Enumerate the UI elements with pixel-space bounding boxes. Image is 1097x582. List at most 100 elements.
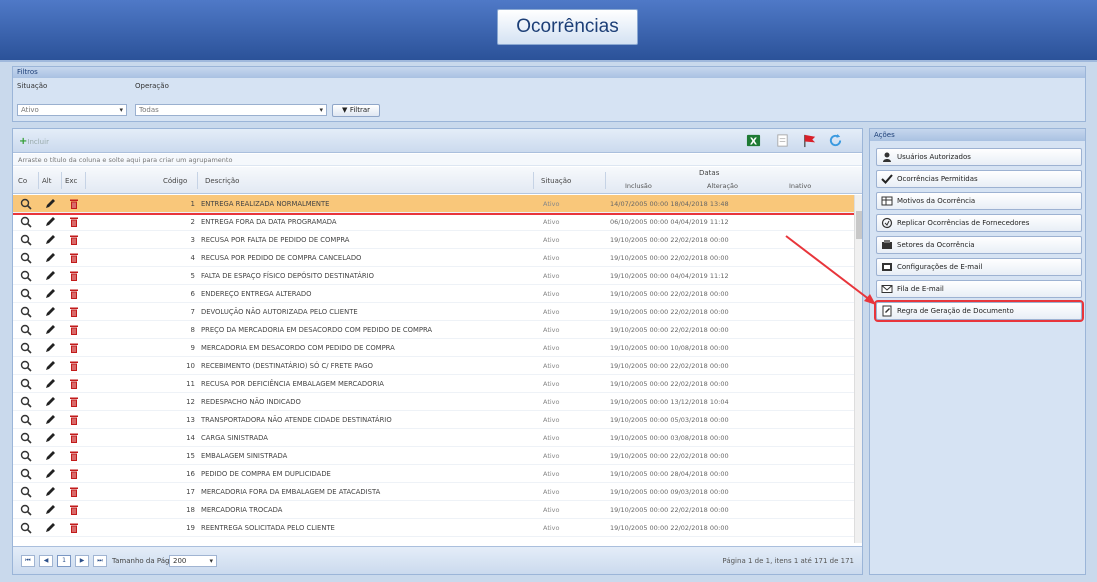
table-row[interactable]: 16 Pedido de compra em duplicidade Ativo 19… bbox=[13, 465, 854, 483]
search-icon[interactable] bbox=[20, 306, 32, 318]
table-row[interactable]: 18 Mercadoria trocada Ativo 19/10/2005 00:0… bbox=[13, 501, 854, 519]
trash-icon[interactable] bbox=[68, 306, 80, 318]
next-page-button[interactable]: ▶ bbox=[75, 555, 89, 567]
add-button[interactable]: +Incluir bbox=[19, 136, 49, 147]
action-button[interactable]: Fila de E-mail bbox=[876, 280, 1082, 298]
search-icon[interactable] bbox=[20, 504, 32, 516]
search-icon[interactable] bbox=[20, 522, 32, 534]
table-row[interactable]: 7 Devolução não autorizada pelo cliente At… bbox=[13, 303, 854, 321]
edit-icon[interactable] bbox=[44, 396, 56, 408]
col-codigo[interactable]: Código bbox=[163, 177, 187, 185]
table-row[interactable]: 13 Transportadora não atende cidade desti… bbox=[13, 411, 854, 429]
last-page-button[interactable]: ⏭ bbox=[93, 555, 107, 567]
action-button[interactable]: Configurações de E-mail bbox=[876, 258, 1082, 276]
edit-icon[interactable] bbox=[44, 522, 56, 534]
table-row[interactable]: 3 Recusa por falta de pedido de compra Ati… bbox=[13, 231, 854, 249]
trash-icon[interactable] bbox=[68, 396, 80, 408]
filter-button[interactable]: ▼ Filtrar bbox=[332, 104, 380, 117]
trash-icon[interactable] bbox=[68, 198, 80, 210]
table-row[interactable]: 5 Falta de espaço físico depósito destina… bbox=[13, 267, 854, 285]
flag-icon[interactable] bbox=[802, 133, 817, 148]
scrollbar-thumb[interactable] bbox=[856, 211, 862, 239]
action-button[interactable]: Motivos da Ocorrência bbox=[876, 192, 1082, 210]
action-button[interactable]: Replicar Ocorrências de Fornecedores bbox=[876, 214, 1082, 232]
col-alteracao[interactable]: Alteração bbox=[707, 182, 738, 190]
trash-icon[interactable] bbox=[68, 504, 80, 516]
edit-icon[interactable] bbox=[44, 378, 56, 390]
table-row[interactable]: 6 Endereço entrega alterado Ativo 19/10/200… bbox=[13, 285, 854, 303]
edit-icon[interactable] bbox=[44, 324, 56, 336]
edit-icon[interactable] bbox=[44, 486, 56, 498]
search-icon[interactable] bbox=[20, 468, 32, 480]
table-row[interactable]: 1 Entrega realizada normalmente Ativo 14/07… bbox=[13, 195, 854, 215]
edit-icon[interactable] bbox=[44, 234, 56, 246]
action-button[interactable]: Usuários Autorizados bbox=[876, 148, 1082, 166]
edit-icon[interactable] bbox=[44, 468, 56, 480]
search-icon[interactable] bbox=[20, 234, 32, 246]
current-page[interactable]: 1 bbox=[57, 555, 71, 567]
search-icon[interactable] bbox=[20, 378, 32, 390]
search-icon[interactable] bbox=[20, 270, 32, 282]
page-size-select[interactable]: 200 ▾ bbox=[169, 555, 217, 567]
search-icon[interactable] bbox=[20, 486, 32, 498]
col-excluir[interactable]: Exc bbox=[65, 177, 77, 185]
edit-icon[interactable] bbox=[44, 216, 56, 228]
col-inclusao[interactable]: Inclusão bbox=[625, 182, 652, 190]
edit-icon[interactable] bbox=[44, 432, 56, 444]
action-button[interactable]: Regra de Geração de Documento bbox=[874, 300, 1084, 322]
edit-icon[interactable] bbox=[44, 360, 56, 372]
trash-icon[interactable] bbox=[68, 216, 80, 228]
trash-icon[interactable] bbox=[68, 414, 80, 426]
trash-icon[interactable] bbox=[68, 234, 80, 246]
edit-icon[interactable] bbox=[44, 306, 56, 318]
group-by-hint[interactable]: Arraste o título da coluna e solte aqui … bbox=[13, 154, 862, 166]
edit-icon[interactable] bbox=[44, 252, 56, 264]
table-row[interactable]: 2 Entrega fora da data programada Ativo 06/… bbox=[13, 213, 854, 231]
operacao-select[interactable]: Todas ▾ bbox=[135, 104, 327, 116]
refresh-icon[interactable] bbox=[828, 133, 843, 148]
edit-icon[interactable] bbox=[44, 198, 56, 210]
search-icon[interactable] bbox=[20, 414, 32, 426]
trash-icon[interactable] bbox=[68, 252, 80, 264]
search-icon[interactable] bbox=[20, 342, 32, 354]
trash-icon[interactable] bbox=[68, 360, 80, 372]
search-icon[interactable] bbox=[20, 360, 32, 372]
situacao-select[interactable]: Ativo ▾ bbox=[17, 104, 127, 116]
table-row[interactable]: 19 Reentrega solicitada pelo cliente Ativo… bbox=[13, 519, 854, 537]
trash-icon[interactable] bbox=[68, 342, 80, 354]
edit-icon[interactable] bbox=[44, 450, 56, 462]
first-page-button[interactable]: ⏮ bbox=[21, 555, 35, 567]
search-icon[interactable] bbox=[20, 324, 32, 336]
edit-icon[interactable] bbox=[44, 342, 56, 354]
search-icon[interactable] bbox=[20, 216, 32, 228]
search-icon[interactable] bbox=[20, 252, 32, 264]
trash-icon[interactable] bbox=[68, 468, 80, 480]
search-icon[interactable] bbox=[20, 198, 32, 210]
search-icon[interactable] bbox=[20, 396, 32, 408]
trash-icon[interactable] bbox=[68, 378, 80, 390]
table-row[interactable]: 17 Mercadoria fora da embalagem de atacad… bbox=[13, 483, 854, 501]
edit-icon[interactable] bbox=[44, 414, 56, 426]
edit-icon[interactable] bbox=[44, 270, 56, 282]
print-icon[interactable] bbox=[775, 133, 790, 148]
vertical-scrollbar[interactable] bbox=[854, 195, 862, 543]
table-row[interactable]: 8 Preço da mercadoria em desacordo com pe… bbox=[13, 321, 854, 339]
action-button[interactable]: Ocorrências Permitidas bbox=[876, 170, 1082, 188]
col-inativo[interactable]: Inativo bbox=[789, 182, 811, 190]
trash-icon[interactable] bbox=[68, 288, 80, 300]
table-row[interactable]: 11 Recusa por deficiência embalagem merca… bbox=[13, 375, 854, 393]
action-button[interactable]: Setores da Ocorrência bbox=[876, 236, 1082, 254]
trash-icon[interactable] bbox=[68, 486, 80, 498]
table-row[interactable]: 10 Recebimento (destinatário) só c/ frete… bbox=[13, 357, 854, 375]
trash-icon[interactable] bbox=[68, 432, 80, 444]
table-row[interactable]: 15 Embalagem sinistrada Ativo 19/10/2005 00… bbox=[13, 447, 854, 465]
table-row[interactable]: 9 Mercadoria em desacordo com pedido de c… bbox=[13, 339, 854, 357]
trash-icon[interactable] bbox=[68, 522, 80, 534]
col-alterar[interactable]: Alt bbox=[42, 177, 51, 185]
search-icon[interactable] bbox=[20, 432, 32, 444]
col-consultar[interactable]: Co bbox=[18, 177, 27, 185]
trash-icon[interactable] bbox=[68, 450, 80, 462]
col-situacao[interactable]: Situação bbox=[541, 177, 571, 185]
table-row[interactable]: 4 Recusa por pedido de compra cancelado At… bbox=[13, 249, 854, 267]
table-row[interactable]: 14 Carga sinistrada Ativo 19/10/2005 00:00 … bbox=[13, 429, 854, 447]
